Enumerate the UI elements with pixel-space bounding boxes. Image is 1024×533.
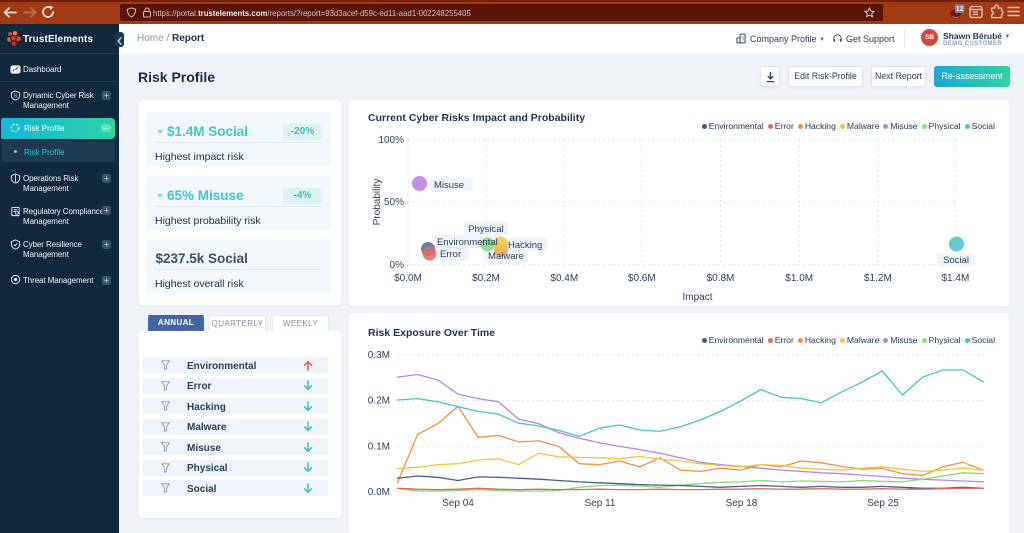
svg-text:50%: 50% [384, 197, 404, 208]
svg-text:$1.2M: $1.2M [864, 273, 892, 284]
svg-text:Probability: Probability [372, 179, 383, 226]
svg-text:$1.0M: $1.0M [785, 273, 813, 284]
svg-text:100%: 100% [378, 135, 404, 146]
svg-text:Social: Social [943, 255, 969, 266]
svg-text:Hacking: Hacking [508, 240, 542, 251]
svg-text:0.3M: 0.3M [368, 350, 390, 361]
svg-text:Error: Error [440, 249, 461, 260]
svg-text:Impact: Impact [682, 292, 712, 303]
svg-text:0.2M: 0.2M [368, 396, 390, 407]
svg-text:Sep 18: Sep 18 [726, 498, 758, 509]
svg-text:12: 12 [956, 6, 964, 13]
svg-text:0.0M: 0.0M [368, 487, 390, 498]
svg-text:Sep 11: Sep 11 [585, 498, 616, 509]
svg-text:Environmental: Environmental [437, 237, 498, 248]
svg-text:$0.6M: $0.6M [628, 273, 656, 284]
svg-text:$1.4M: $1.4M [942, 273, 970, 284]
svg-text:S: S [13, 93, 17, 99]
svg-text:Misuse: Misuse [434, 180, 464, 191]
svg-text:0.1M: 0.1M [368, 442, 390, 453]
svg-text:$0.4M: $0.4M [550, 273, 578, 284]
svg-text:0%: 0% [390, 260, 405, 271]
svg-text:Sep 25: Sep 25 [867, 498, 899, 509]
svg-text:Sep 04: Sep 04 [442, 498, 474, 509]
svg-text:$0.8M: $0.8M [707, 273, 735, 284]
svg-text:$0.0M: $0.0M [394, 273, 422, 284]
svg-text:$0.2M: $0.2M [472, 273, 500, 284]
svg-text:Physical: Physical [468, 224, 503, 235]
svg-text:Malware: Malware [488, 251, 524, 262]
